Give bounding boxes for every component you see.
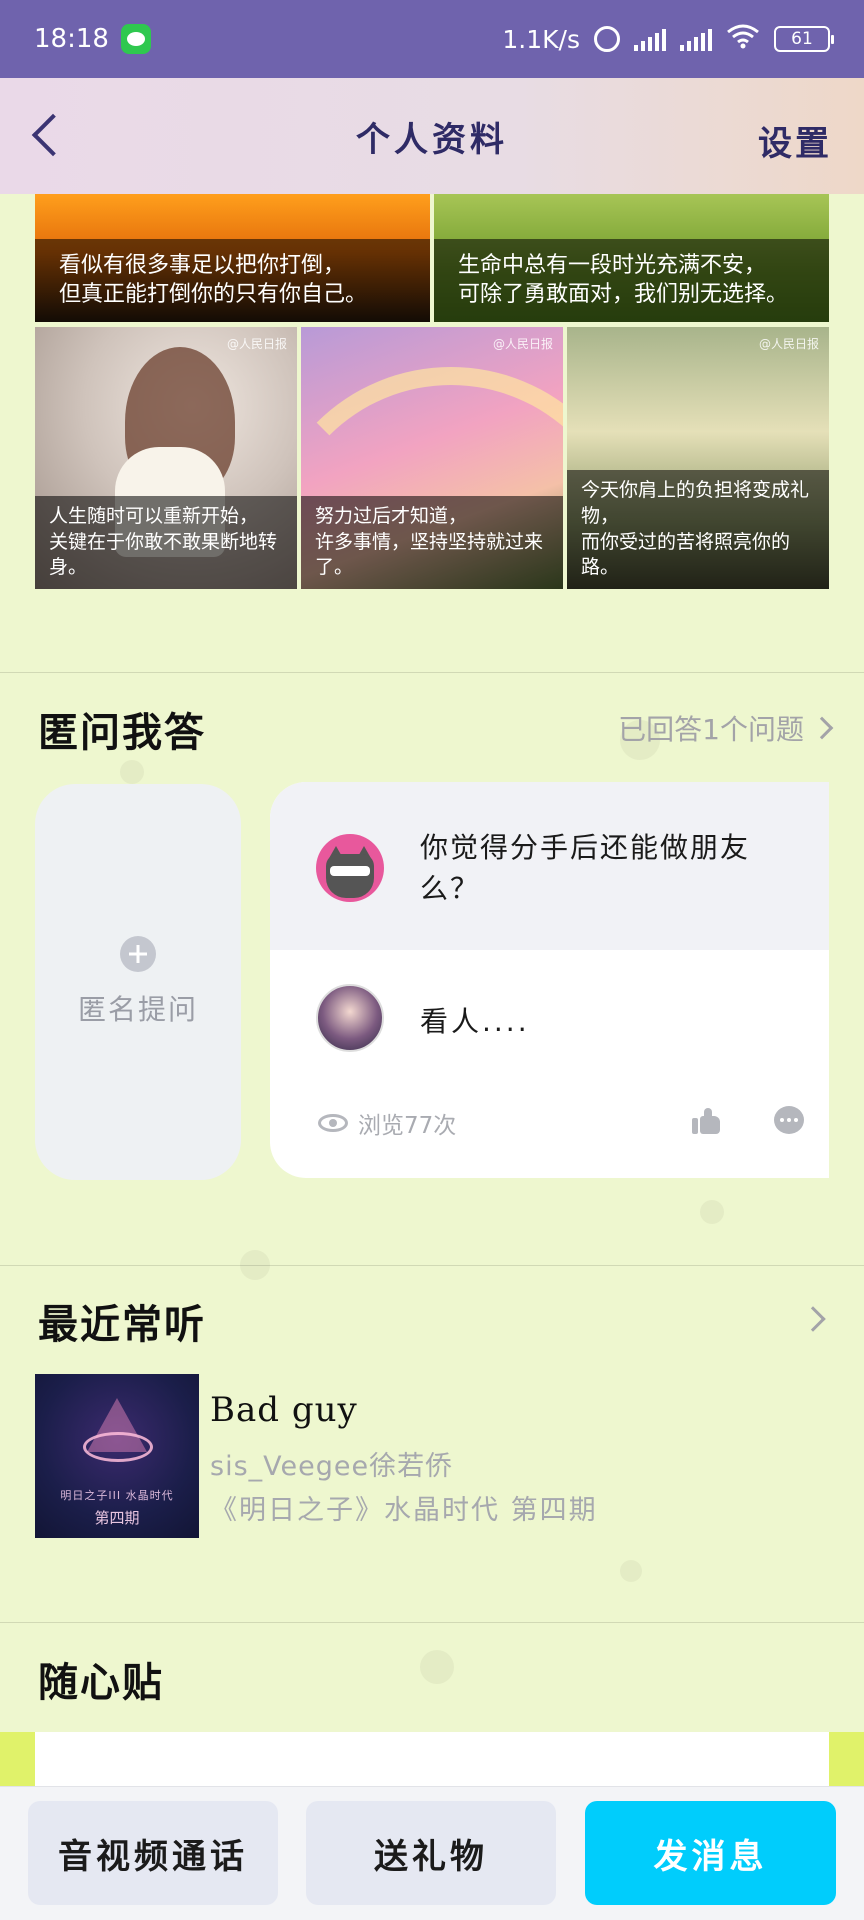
- like-icon[interactable]: [692, 1108, 720, 1134]
- send-message-button[interactable]: 发消息: [585, 1801, 836, 1905]
- anonymous-ask-button[interactable]: 匿名提问: [35, 784, 241, 1180]
- album-cover-subtitle: 明日之子III 水晶时代: [60, 1489, 174, 1502]
- note-accent-left: [0, 1732, 35, 1788]
- watermark: @人民日报: [492, 337, 553, 351]
- watermark: @人民日报: [758, 337, 819, 351]
- signal-icon: [634, 27, 666, 51]
- question-block: 你觉得分手后还能做朋友么？: [270, 782, 829, 950]
- avatar: [316, 984, 384, 1052]
- alarm-icon: [594, 26, 620, 52]
- divider: [0, 672, 864, 673]
- view-count-label: 浏览77次: [358, 1113, 457, 1139]
- answered-questions-link[interactable]: 已回答1个问题: [618, 708, 834, 748]
- header: 个人资料 设置: [0, 78, 864, 194]
- photo-5[interactable]: @人民日报 今天你肩上的负担将变成礼物， 而你受过的苦将照亮你的路。: [567, 327, 829, 589]
- back-button[interactable]: [26, 112, 70, 160]
- page-title: 个人资料: [356, 119, 508, 160]
- video-call-button[interactable]: 音视频通话: [28, 1801, 278, 1905]
- note-accent-right: [829, 1732, 864, 1788]
- photo-1[interactable]: 看似有很多事足以把你打倒， 但真正能打倒你的只有你自己。: [35, 194, 430, 322]
- watermark: @人民日报: [226, 337, 287, 351]
- divider: [0, 1265, 864, 1266]
- ask-label: 匿名提问: [77, 993, 198, 1026]
- song-title[interactable]: Bad guy: [210, 1390, 358, 1430]
- send-gift-button[interactable]: 送礼物: [306, 1801, 556, 1905]
- photo-caption: 努力过后才知道， 许多事情，坚持坚持就过来了。: [301, 496, 563, 589]
- comment-icon[interactable]: [774, 1106, 804, 1134]
- photo-caption: 生命中总有一段时光充满不安， 可除了勇敢面对，我们别无选择。: [434, 238, 829, 322]
- cat-avatar-icon: [316, 834, 384, 902]
- photo-caption: 人生随时可以重新开始， 关键在于你敢不敢果断地转身。: [35, 496, 297, 589]
- photo-3[interactable]: @人民日报 人生随时可以重新开始， 关键在于你敢不敢果断地转身。: [35, 327, 297, 589]
- photo-4[interactable]: @人民日报 努力过后才知道， 许多事情，坚持坚持就过来了。: [301, 327, 563, 589]
- question-text: 你觉得分手后还能做朋友么？: [420, 831, 751, 905]
- view-count: 浏览77次: [318, 1106, 456, 1140]
- photo-caption: 今天你肩上的负担将变成礼物， 而你受过的苦将照亮你的路。: [567, 470, 829, 589]
- clock: 18:18: [34, 24, 109, 54]
- bottom-action-bar: 音视频通话 送礼物 发消息: [0, 1786, 864, 1920]
- wifi-icon: [726, 23, 760, 55]
- divider: [0, 1622, 864, 1623]
- wechat-notification-icon: [120, 24, 151, 54]
- eye-icon: [318, 1114, 348, 1132]
- battery-icon: 61: [774, 26, 834, 52]
- recent-section-title: 最近常听: [38, 1302, 206, 1348]
- notes-section-title: 随心贴: [38, 1660, 164, 1706]
- chevron-right-icon: [810, 716, 834, 740]
- photo-caption: 看似有很多事足以把你打倒， 但真正能打倒你的只有你自己。: [35, 238, 430, 322]
- note-card[interactable]: [35, 1732, 829, 1788]
- qa-card[interactable]: 你觉得分手后还能做朋友么？ 看人.... 浏览77次: [270, 782, 829, 1178]
- album-logo: [75, 1392, 159, 1476]
- song-artist: sis_Veegee徐若侨: [210, 1451, 454, 1482]
- album-cover[interactable]: 明日之子III 水晶时代 第四期: [35, 1374, 199, 1538]
- network-speed: 1.1K/s: [502, 24, 580, 54]
- settings-button[interactable]: 设置: [758, 116, 832, 165]
- album-cover-issue: 第四期: [94, 1509, 140, 1527]
- song-album: 《明日之子》水晶时代 第四期: [210, 1495, 598, 1526]
- answered-count-label: 已回答1个问题: [618, 713, 804, 746]
- hd-signal-icon: [680, 27, 712, 51]
- plus-icon: [120, 936, 156, 972]
- status-bar: 18:18 1.1K/s 61: [0, 0, 864, 78]
- battery-level: 61: [791, 29, 813, 49]
- qa-section-title: 匿问我答: [38, 710, 206, 756]
- photo-2[interactable]: 生命中总有一段时光充满不安， 可除了勇敢面对，我们别无选择。: [434, 194, 829, 322]
- answer-text: 看人....: [420, 1005, 530, 1038]
